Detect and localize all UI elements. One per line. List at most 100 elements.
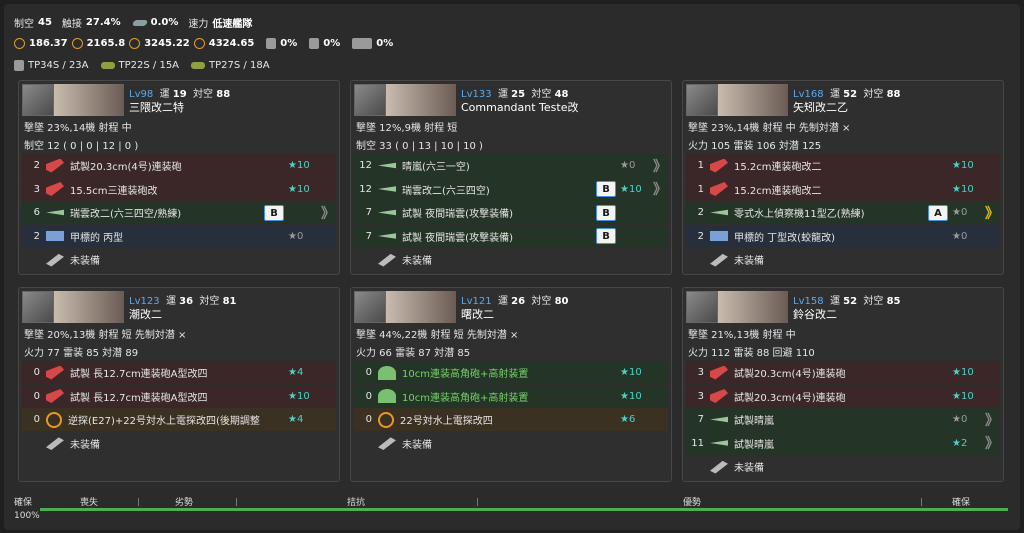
ship-portrait bbox=[54, 84, 124, 116]
slot-count: 12 bbox=[359, 160, 372, 171]
equipment-name: 22号対水上電探改四 bbox=[400, 416, 493, 427]
aa-label: 対空 bbox=[863, 89, 884, 100]
equipment-slot[interactable]: 2 試製20.3cm(4号)連装砲 ★10 bbox=[22, 154, 336, 177]
equipment-name: 零式水上偵察機11型乙(熟練) bbox=[734, 209, 865, 220]
improvement-level: ★10 bbox=[952, 183, 974, 195]
ship-portrait bbox=[386, 84, 456, 116]
equipment-slot[interactable]: 3 試製20.3cm(4号)連装砲 ★10 bbox=[686, 361, 1000, 384]
air-state-percent: 100% bbox=[14, 511, 40, 521]
equipment-slot[interactable]: 12 晴嵐(六三一空) ★0 》 bbox=[354, 154, 668, 177]
ship-card[interactable]: Lv121 運 26 対空 80 曙改二 撃墜 44%,22機 射程 短 先制対潜 … bbox=[350, 287, 672, 482]
equipment-name: 未装備 bbox=[70, 256, 100, 267]
ship-info: Lv123 運 36 対空 81 bbox=[129, 292, 237, 307]
ship-banner bbox=[22, 84, 125, 116]
ship-card[interactable]: Lv98 運 19 対空 88 三隈改二特 撃墜 23%,14機 射程 中制空 12… bbox=[18, 80, 340, 275]
improvement-level: ★2 bbox=[952, 437, 968, 449]
equipment-name: 甲標的 丁型改(蛟龍改) bbox=[734, 232, 835, 244]
ship-card[interactable]: Lv168 運 52 対空 88 矢矧改二乙 撃墜 23%,14機 射程 中 先制対… bbox=[682, 80, 1004, 275]
slot-count: 7 bbox=[365, 207, 372, 218]
equipment-slot[interactable]: 2 零式水上偵察機11型乙(熟練) A ★0 》 bbox=[686, 201, 1000, 224]
equipment-slot[interactable]: 0 試製 長12.7cm連装砲A型改四 ★10 bbox=[22, 384, 336, 408]
los-icon bbox=[71, 38, 83, 49]
ship-stats-2: 火力 77 雷装 85 対潜 89 bbox=[24, 348, 139, 359]
oth-equipment-icon bbox=[378, 411, 394, 428]
luck-value: 52 bbox=[843, 296, 858, 307]
slot-count: 0 bbox=[365, 414, 372, 425]
los-1: 186.37 bbox=[29, 38, 68, 49]
ship-stats-1: 撃墜 20%,13機 射程 短 先制対潜 × bbox=[24, 330, 187, 341]
equipment-slot[interactable]: 3 15.5cm三連装砲改 ★10 bbox=[22, 177, 336, 201]
equipment-slot[interactable]: 未装備 bbox=[686, 455, 1000, 478]
equipment-name: 15.5cm三連装砲改 bbox=[70, 185, 158, 197]
equipment-slot[interactable]: 1 15.2cm連装砲改二 ★10 bbox=[686, 154, 1000, 177]
equipment-slot[interactable]: 未装備 bbox=[22, 432, 336, 455]
equipment-slot[interactable]: 未装備 bbox=[354, 248, 668, 271]
ship-name: 矢矧改二乙 bbox=[793, 101, 848, 114]
equipment-name: 試製20.3cm(4号)連装砲 bbox=[70, 162, 182, 173]
ship-stats-1: 撃墜 21%,13機 射程 中 bbox=[688, 330, 796, 341]
equipment-slot[interactable]: 7 試製 夜間瑞雲(攻撃装備) B bbox=[354, 224, 668, 248]
equipment-name: 15.2cm連装砲改二 bbox=[734, 162, 822, 173]
improvement-level: ★10 bbox=[620, 183, 642, 195]
luck-value: 26 bbox=[511, 296, 526, 307]
equipment-slot[interactable]: 未装備 bbox=[354, 432, 668, 455]
ship-banner bbox=[686, 291, 789, 323]
air-state-supremacy: 確保 bbox=[952, 498, 971, 508]
improvement-level: ★10 bbox=[288, 390, 310, 402]
equipment-slot[interactable]: 3 試製20.3cm(4号)連装砲 ★10 bbox=[686, 384, 1000, 408]
ship-card[interactable]: Lv133 運 25 対空 48 Commandant Teste改 撃墜 12%,… bbox=[350, 80, 672, 275]
equipment-slot[interactable]: 0 試製 長12.7cm連装砲A型改四 ★4 bbox=[22, 361, 336, 384]
equipment-slot[interactable]: 11 試製晴嵐 ★2 》 bbox=[686, 431, 1000, 455]
slot-count: 6 bbox=[33, 207, 40, 218]
improvement-level: ★4 bbox=[288, 414, 304, 425]
equipment-slot[interactable]: 7 試製 夜間瑞雲(攻撃装備) B bbox=[354, 201, 668, 224]
los-2: 2165.8 bbox=[86, 38, 126, 49]
fleet-summary-line-1: 制空 45 触接 27.4% 0.0% 速力 低速艦隊 bbox=[14, 15, 252, 30]
equipment-slot[interactable]: 12 瑞雲改二(六三四空) B ★10 》 bbox=[354, 177, 668, 201]
ship-info: Lv158 運 52 対空 85 bbox=[793, 292, 901, 307]
equipment-slot[interactable]: 1 15.2cm連装砲改二 ★10 bbox=[686, 177, 1000, 201]
equipment-name: 瑞雲改二(六三四空) bbox=[402, 185, 490, 197]
improvement-level: ★0 bbox=[288, 230, 304, 242]
gun-equipment-icon bbox=[46, 158, 64, 173]
ship-card[interactable]: Lv158 運 52 対空 85 鈴谷改二 撃墜 21%,13機 射程 中火力 11… bbox=[682, 287, 1004, 482]
drum-rate-2: 0% bbox=[323, 38, 341, 49]
improvement-level: ★10 bbox=[952, 367, 974, 378]
equipment-slot[interactable]: 未装備 bbox=[686, 248, 1000, 271]
ship-banner bbox=[22, 291, 125, 323]
ship-type-icon bbox=[686, 291, 718, 323]
air-state-label: 確保 bbox=[14, 498, 33, 508]
ship-stats-2: 火力 66 雷装 87 対潜 85 bbox=[356, 348, 471, 359]
slot-count: 7 bbox=[365, 230, 372, 242]
improvement-level: ★10 bbox=[288, 183, 310, 195]
equipment-slot[interactable]: 2 甲標的 丁型改(蛟龍改) ★0 bbox=[686, 224, 1000, 248]
slot-count: 0 bbox=[33, 390, 40, 402]
ship-card[interactable]: Lv123 運 36 対空 81 潮改二 撃墜 20%,13機 射程 短 先制対潜 … bbox=[18, 287, 340, 482]
equipment-slot[interactable]: 0 10cm連装高角砲+高射装置 ★10 bbox=[354, 361, 668, 384]
improvement-level: ★10 bbox=[620, 390, 642, 402]
equipment-slot[interactable]: 0 逆探(E27)+22号対水上電探改四(後期調整 ★4 bbox=[22, 408, 336, 431]
equipment-slot[interactable]: 0 22号対水上電探改四 ★6 bbox=[354, 408, 668, 431]
los-icon bbox=[14, 38, 25, 49]
gun-equipment-icon bbox=[710, 182, 728, 196]
air-equipment-icon bbox=[46, 209, 64, 216]
ship-name: Commandant Teste改 bbox=[461, 101, 579, 114]
equipment-slot[interactable]: 2 甲標的 丙型 ★0 bbox=[22, 224, 336, 248]
equipment-slot[interactable]: 未装備 bbox=[22, 248, 336, 271]
equipment-slot[interactable]: 0 10cm連装高角砲+高射装置 ★10 bbox=[354, 384, 668, 408]
ship-stats-2: 火力 105 雷装 106 対潜 125 bbox=[688, 141, 822, 152]
improvement-level: ★0 bbox=[952, 414, 968, 425]
slot-count: 0 bbox=[365, 390, 372, 402]
proficiency-chevron-icon: 》 bbox=[653, 158, 667, 175]
drum-icon bbox=[266, 38, 277, 49]
rad-equipment-icon bbox=[46, 231, 64, 241]
ship-portrait bbox=[54, 291, 124, 323]
air-equipment-icon bbox=[378, 233, 396, 239]
proficiency-badge: A bbox=[928, 204, 948, 221]
equipment-slot[interactable]: 7 試製晴嵐 ★0 》 bbox=[686, 408, 1000, 431]
wrench-icon bbox=[710, 460, 728, 474]
drum-icon bbox=[309, 38, 320, 49]
equipment-slot[interactable]: 6 瑞雲改二(六三四空/熟練) B 》 bbox=[22, 201, 336, 224]
equipment-name: 試製晴嵐 bbox=[734, 416, 774, 427]
air-state-bar bbox=[40, 508, 1008, 511]
